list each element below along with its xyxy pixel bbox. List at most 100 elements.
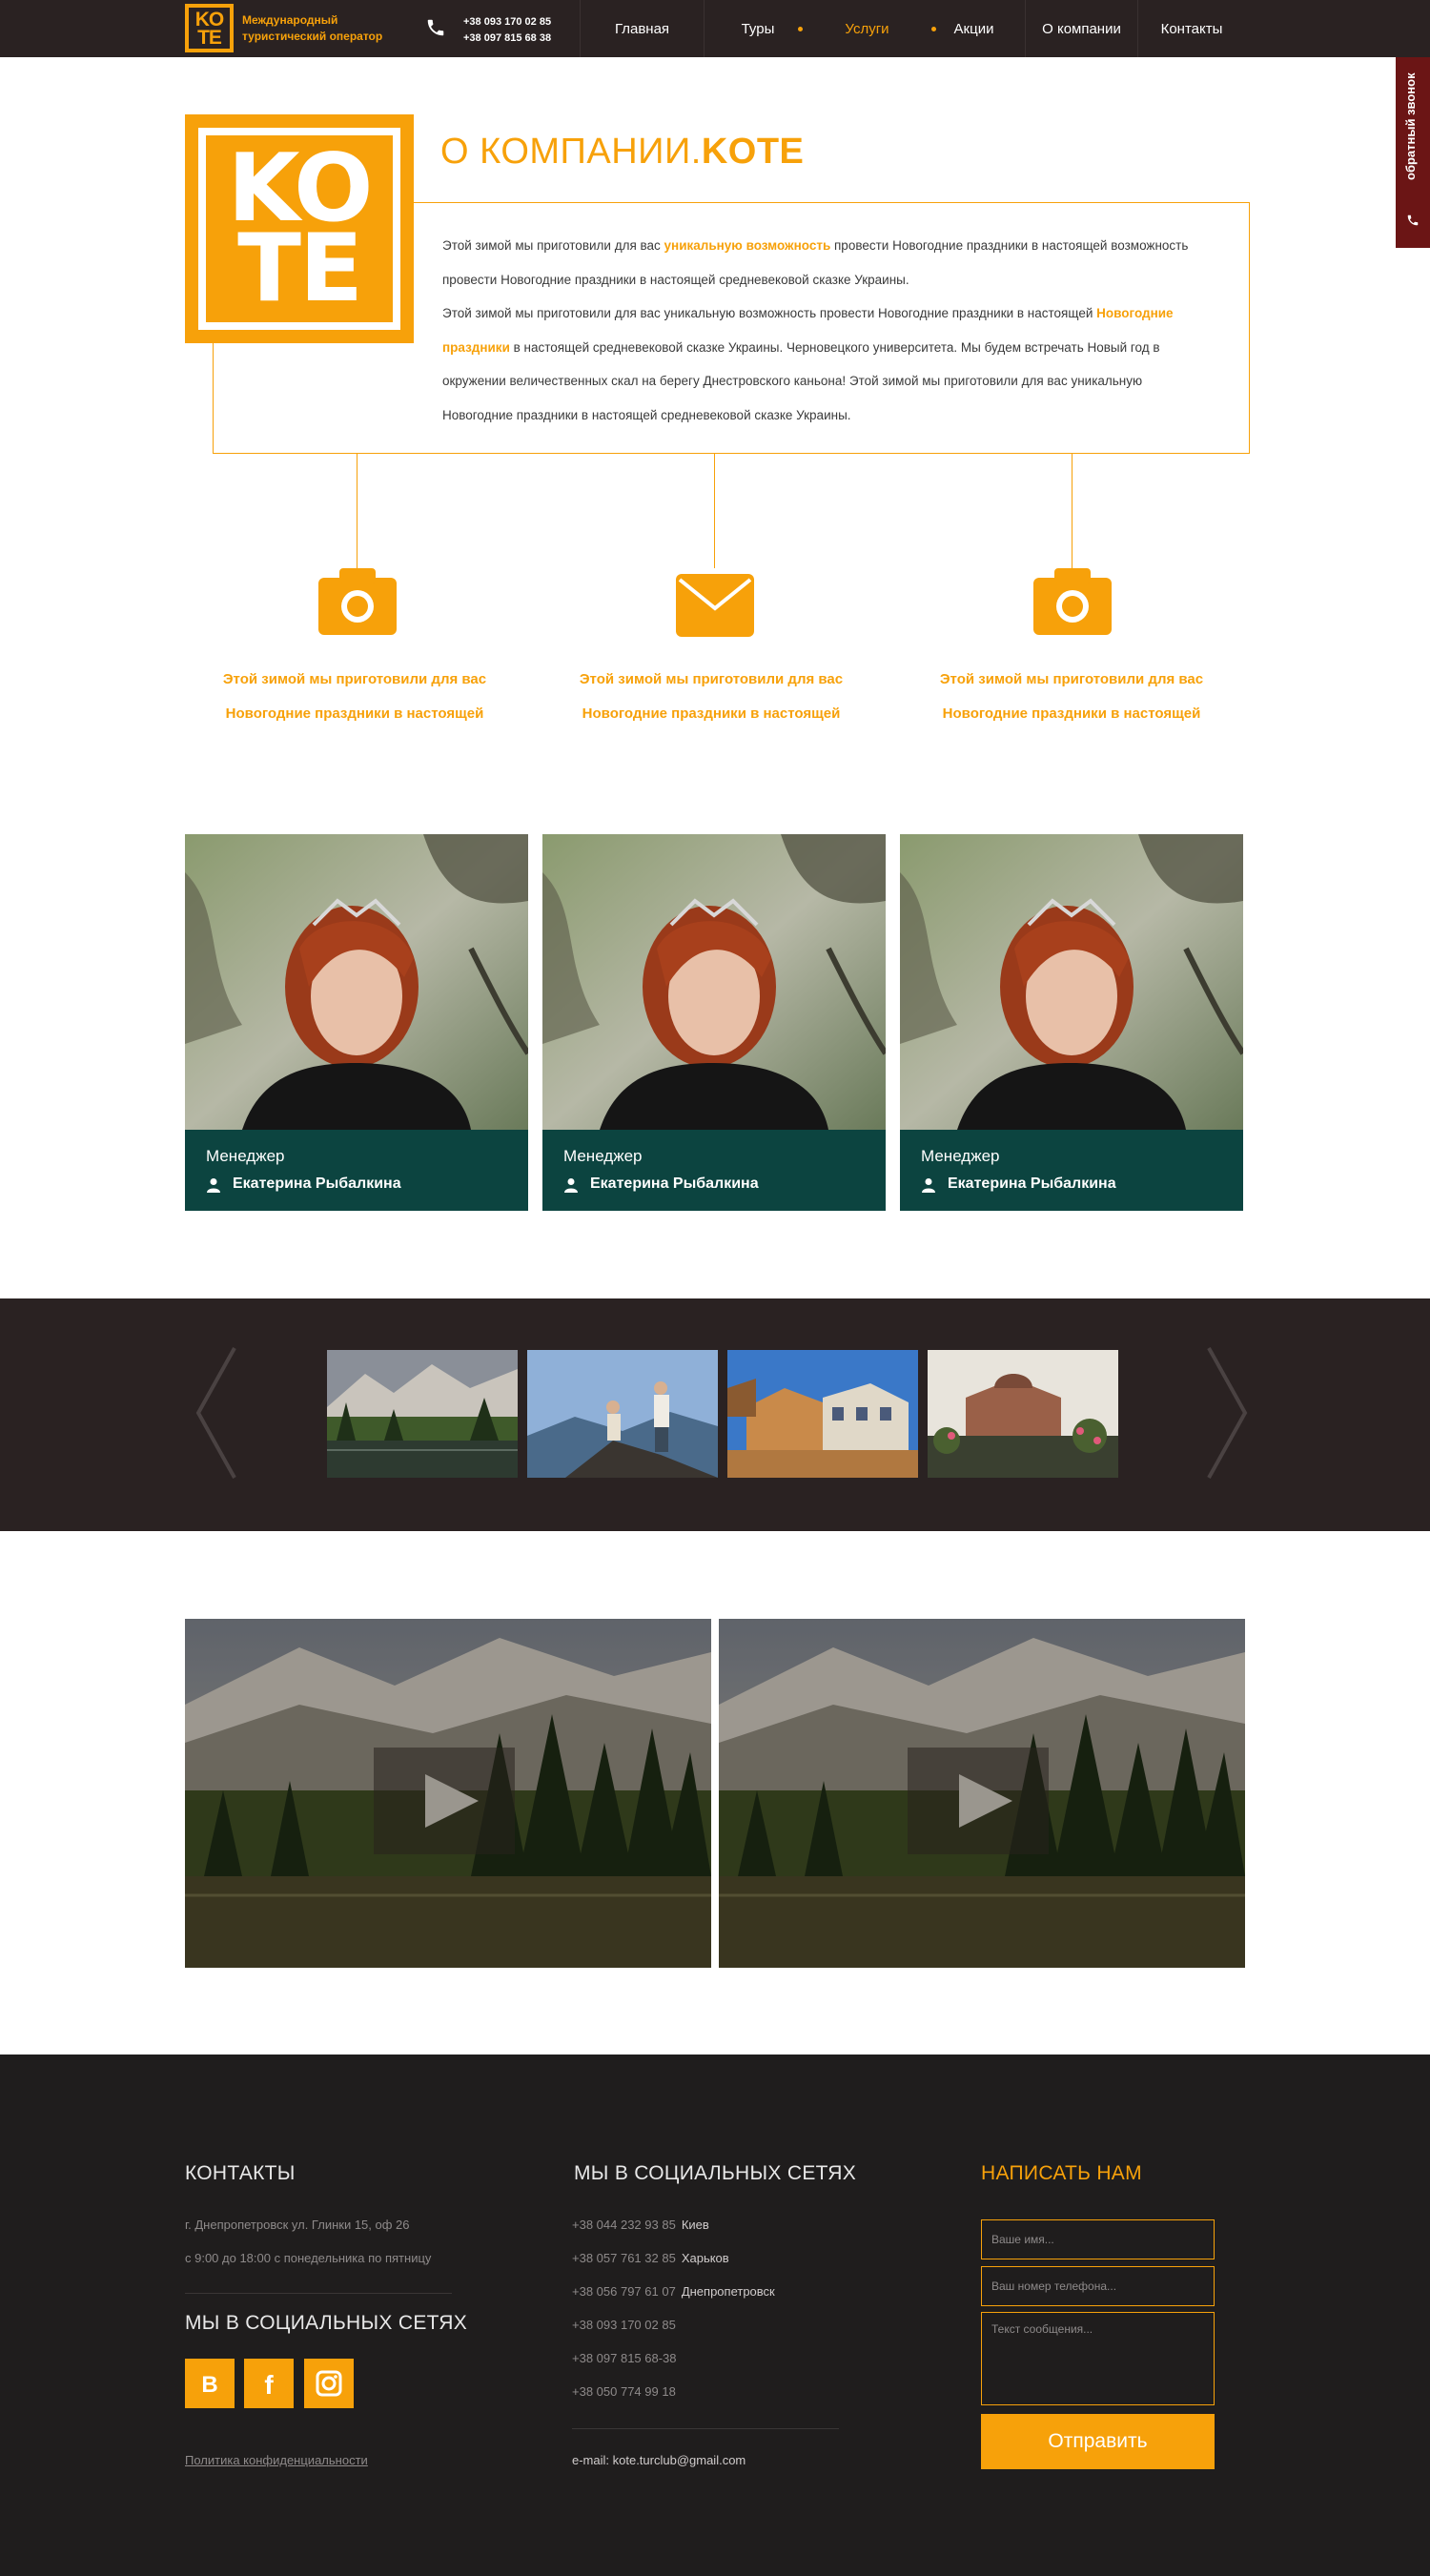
chevron-left-icon[interactable]	[193, 1346, 240, 1480]
footer-phone-number: +38 093 170 02 85	[572, 2318, 676, 2332]
company-logo-frame: KO TE	[198, 128, 400, 330]
team-card[interactable]: Менеджер Екатерина Рыбалкина	[542, 834, 886, 1211]
feature-line: Этой зимой мы приготовили для вас	[939, 671, 1204, 687]
play-icon	[425, 1774, 479, 1828]
feature-line: Новогодние праздники в настоящей	[942, 705, 1201, 722]
privacy-policy-link[interactable]: Политика конфиденциальности	[185, 2453, 368, 2467]
footer-phone-number: +38 044 232 93 85	[572, 2218, 676, 2232]
header-phone-2[interactable]: +38 097 815 68 38	[463, 31, 551, 47]
footer-phone-row[interactable]: +38 044 232 93 85 Киев	[572, 2218, 709, 2232]
nav-item-promotions[interactable]: Акции	[923, 0, 1025, 57]
gallery-thumb[interactable]	[928, 1350, 1118, 1478]
team-role: Менеджер	[206, 1147, 285, 1165]
phone-field[interactable]	[981, 2266, 1215, 2306]
portrait-image	[542, 834, 886, 1130]
team-role: Менеджер	[563, 1147, 643, 1165]
submit-button[interactable]: Отправить	[981, 2414, 1215, 2469]
envelope-icon	[676, 574, 754, 637]
person-icon	[922, 1178, 935, 1193]
footer-social-title: МЫ В СОЦИАЛЬНЫХ СЕТЯХ	[185, 2312, 468, 2334]
team-photo	[900, 834, 1243, 1130]
team-role: Менеджер	[921, 1147, 1000, 1165]
logo-text-bottom: TE	[197, 27, 222, 49]
header-phones: +38 093 170 02 85 +38 097 815 68 38	[463, 14, 551, 47]
about-title: О КОМПАНИИ.KOTE	[440, 132, 804, 173]
nav-item-services[interactable]: Услуги	[798, 0, 936, 57]
vk-button[interactable]: В	[185, 2359, 235, 2408]
footer-phone-row[interactable]: +38 057 761 32 85 Харьков	[572, 2251, 729, 2265]
mountain-lake-image	[327, 1350, 518, 1478]
team-name: Екатерина Рыбалкина	[233, 1176, 401, 1192]
camera-icon	[1033, 568, 1112, 635]
portrait-image	[185, 834, 528, 1130]
monastery-image	[928, 1350, 1118, 1478]
nav-label: Главная	[614, 20, 670, 37]
footer-phone-row[interactable]: +38 097 815 68-38	[572, 2351, 677, 2365]
video-player[interactable]	[185, 1619, 711, 1968]
nav-label: Услуги	[845, 20, 889, 37]
gallery-thumb[interactable]	[527, 1350, 718, 1478]
team-info: Менеджер Екатерина Рыбалкина	[185, 1130, 528, 1211]
nav-active-dot-left	[798, 27, 803, 31]
footer-phone-number: +38 097 815 68-38	[572, 2351, 677, 2365]
about-text-span: Этой зимой мы приготовили для вас уникал…	[442, 306, 1097, 320]
team-card[interactable]: Менеджер Екатерина Рыбалкина	[900, 834, 1243, 1211]
footer-divider	[572, 2428, 839, 2429]
instagram-icon	[316, 2370, 342, 2397]
facebook-icon: f	[264, 2370, 274, 2400]
company-logo-text-bottom: TE	[237, 215, 363, 323]
camera-icon	[318, 568, 397, 635]
feature-line: Этой зимой мы приготовили для вас	[579, 671, 844, 687]
team-card[interactable]: Менеджер Екатерина Рыбалкина	[185, 834, 528, 1211]
team-photo	[542, 834, 886, 1130]
name-field[interactable]	[981, 2219, 1215, 2259]
callback-tab[interactable]: обратный звонок	[1396, 57, 1430, 248]
nav-label: Туры	[741, 20, 775, 37]
connector-line	[714, 454, 715, 568]
tagline: Международный туристический оператор	[242, 13, 383, 43]
nav-item-tours[interactable]: Туры	[704, 0, 811, 57]
phone-icon	[1407, 215, 1419, 226]
about-title-prefix: О КОМПАНИИ.	[440, 132, 702, 172]
about-title-brand: KOTE	[701, 132, 805, 172]
footer-phone-number: +38 050 774 99 18	[572, 2384, 676, 2399]
team-name: Екатерина Рыбалкина	[948, 1176, 1116, 1192]
footer-phone-number: +38 057 761 32 85	[572, 2251, 676, 2265]
about-text-span: Этой зимой мы приготовили для вас	[442, 238, 664, 253]
about-text-span: в настоящей средневековой сказке Украины…	[442, 339, 1160, 422]
footer-phone-row[interactable]: +38 093 170 02 85	[572, 2318, 676, 2332]
chevron-right-icon[interactable]	[1203, 1346, 1251, 1480]
video-player[interactable]	[719, 1619, 1245, 1968]
nav-label: Контакты	[1160, 20, 1223, 37]
footer-phone-row[interactable]: +38 056 797 61 07 Днепропетровск	[572, 2284, 775, 2299]
facebook-button[interactable]: f	[244, 2359, 294, 2408]
nav-item-contacts[interactable]: Контакты	[1137, 0, 1245, 57]
gallery-thumb[interactable]	[327, 1350, 518, 1478]
message-field[interactable]	[981, 2312, 1215, 2405]
footer-phone-row[interactable]: +38 050 774 99 18	[572, 2384, 676, 2399]
old-town-image	[727, 1350, 918, 1478]
person-icon	[564, 1178, 578, 1193]
header-phone-1[interactable]: +38 093 170 02 85	[463, 14, 551, 31]
logo[interactable]: KO TE	[185, 4, 234, 52]
footer-email[interactable]: e-mail: kote.turclub@gmail.com	[572, 2453, 746, 2467]
gallery-thumb[interactable]	[727, 1350, 918, 1478]
footer-phone-city: Киев	[681, 2218, 709, 2232]
footer-divider	[185, 2293, 452, 2294]
play-button[interactable]	[374, 1748, 515, 1854]
contact-form-title: НАПИСАТЬ НАМ	[981, 2162, 1142, 2184]
feature-line: Новогодние праздники в настоящей	[225, 705, 484, 722]
hikers-image	[527, 1350, 718, 1478]
nav-item-about[interactable]: О компании	[1025, 0, 1137, 57]
team-name: Екатерина Рыбалкина	[590, 1176, 759, 1192]
person-icon	[207, 1178, 220, 1193]
instagram-button[interactable]	[304, 2359, 354, 2408]
team-info: Менеджер Екатерина Рыбалкина	[542, 1130, 886, 1211]
callback-label: обратный звонок	[1403, 72, 1418, 180]
photo-gallery	[0, 1298, 1430, 1531]
team-photo	[185, 834, 528, 1130]
play-button[interactable]	[908, 1748, 1049, 1854]
footer-phone-city: Днепропетровск	[681, 2284, 775, 2299]
nav-item-home[interactable]: Главная	[580, 0, 704, 57]
footer-hours: с 9:00 до 18:00 с понедельника по пятниц…	[185, 2251, 432, 2265]
